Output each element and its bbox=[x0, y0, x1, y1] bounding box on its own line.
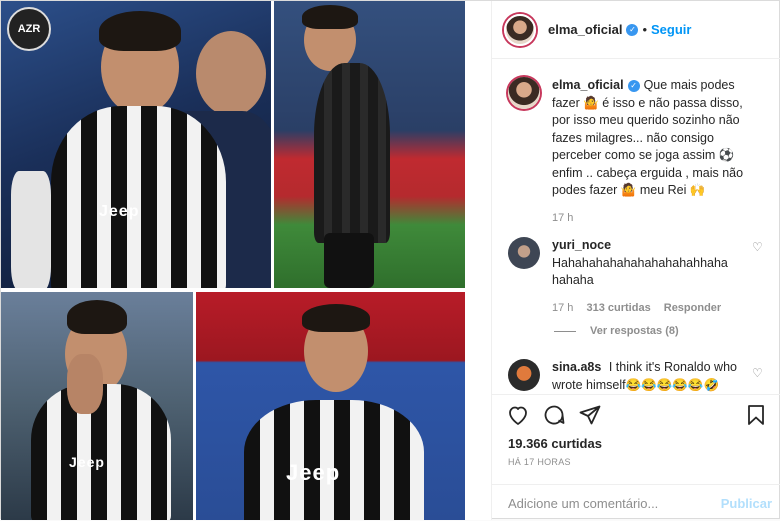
avatar[interactable] bbox=[504, 13, 536, 46]
avatar[interactable] bbox=[508, 237, 540, 269]
caption: elma_oficial ✓ Que mais podes fazer 🤷 é is… bbox=[508, 77, 778, 227]
avatar[interactable] bbox=[508, 359, 540, 391]
photo-top-right bbox=[274, 1, 465, 288]
comment-text: Hahahahahahahahahahahhaha hahaha bbox=[552, 255, 728, 288]
view-replies[interactable]: Ver respostas (8) bbox=[554, 325, 679, 337]
publish-button[interactable]: Publicar bbox=[721, 496, 772, 511]
photo-bottom-left: Jeep bbox=[1, 292, 193, 520]
caption-text: Que mais podes fazer 🤷 é isso e não pass… bbox=[552, 78, 744, 197]
photo-collage[interactable]: AZR Jeep Jeep Jeep bbox=[1, 1, 491, 520]
post-actions: 19.366 curtidas HÁ 17 HORAS Adicione um … bbox=[492, 394, 780, 520]
caption-username[interactable]: elma_oficial bbox=[552, 78, 624, 92]
photo-top-left: AZR Jeep bbox=[1, 1, 271, 288]
comment-time[interactable]: 17 h bbox=[552, 302, 573, 314]
heart-icon[interactable] bbox=[506, 403, 530, 427]
photo-bottom-right: Jeep bbox=[196, 292, 465, 520]
list-item: yuri_noce Hahahahahahahahahahahhaha haha… bbox=[508, 237, 778, 317]
heart-icon[interactable]: ♡ bbox=[752, 367, 764, 379]
verified-badge-icon: ✓ bbox=[626, 23, 639, 36]
divider bbox=[554, 330, 576, 332]
list-item: sina.a8s I think it's Ronaldo who wrote … bbox=[508, 359, 778, 394]
view-replies-label: Ver respostas (8) bbox=[590, 325, 679, 337]
comment-likes[interactable]: 313 curtidas bbox=[586, 302, 650, 314]
watermark-logo: AZR bbox=[7, 7, 51, 51]
reply-button[interactable]: Responder bbox=[664, 302, 721, 314]
caption-time[interactable]: 17 h bbox=[552, 212, 573, 224]
avatar[interactable] bbox=[508, 77, 540, 109]
shirt-sponsor-text: Jeep bbox=[99, 203, 140, 220]
verified-badge-icon: ✓ bbox=[627, 80, 640, 92]
bookmark-icon[interactable] bbox=[744, 403, 768, 427]
comment-input[interactable]: Adicione um comentário... bbox=[508, 496, 658, 511]
share-icon[interactable] bbox=[578, 403, 602, 427]
comment-username[interactable]: yuri_noce bbox=[552, 238, 611, 252]
post-header: elma_oficial ✓ • Seguir bbox=[492, 1, 780, 59]
post-time[interactable]: HÁ 17 HORAS bbox=[508, 457, 571, 467]
shirt-sponsor-text: Jeep bbox=[69, 454, 105, 470]
heart-icon[interactable]: ♡ bbox=[752, 241, 764, 253]
add-comment-bar: Adicione um comentário... Publicar bbox=[492, 484, 780, 521]
header-username[interactable]: elma_oficial bbox=[548, 22, 622, 37]
instagram-post: AZR Jeep Jeep Jeep elma_oficial ✓ • Segu… bbox=[0, 0, 780, 520]
follow-button[interactable]: Seguir bbox=[651, 22, 691, 37]
comments-list[interactable]: elma_oficial ✓ Que mais podes fazer 🤷 é is… bbox=[492, 59, 780, 394]
separator-dot: • bbox=[642, 22, 647, 37]
post-side-panel: elma_oficial ✓ • Seguir elma_oficial ✓ Que… bbox=[491, 1, 780, 520]
shirt-sponsor-text: Jeep bbox=[286, 460, 341, 485]
likes-count[interactable]: 19.366 curtidas bbox=[508, 436, 602, 451]
comment-icon[interactable] bbox=[542, 403, 566, 427]
comment-username[interactable]: sina.a8s bbox=[552, 360, 601, 374]
